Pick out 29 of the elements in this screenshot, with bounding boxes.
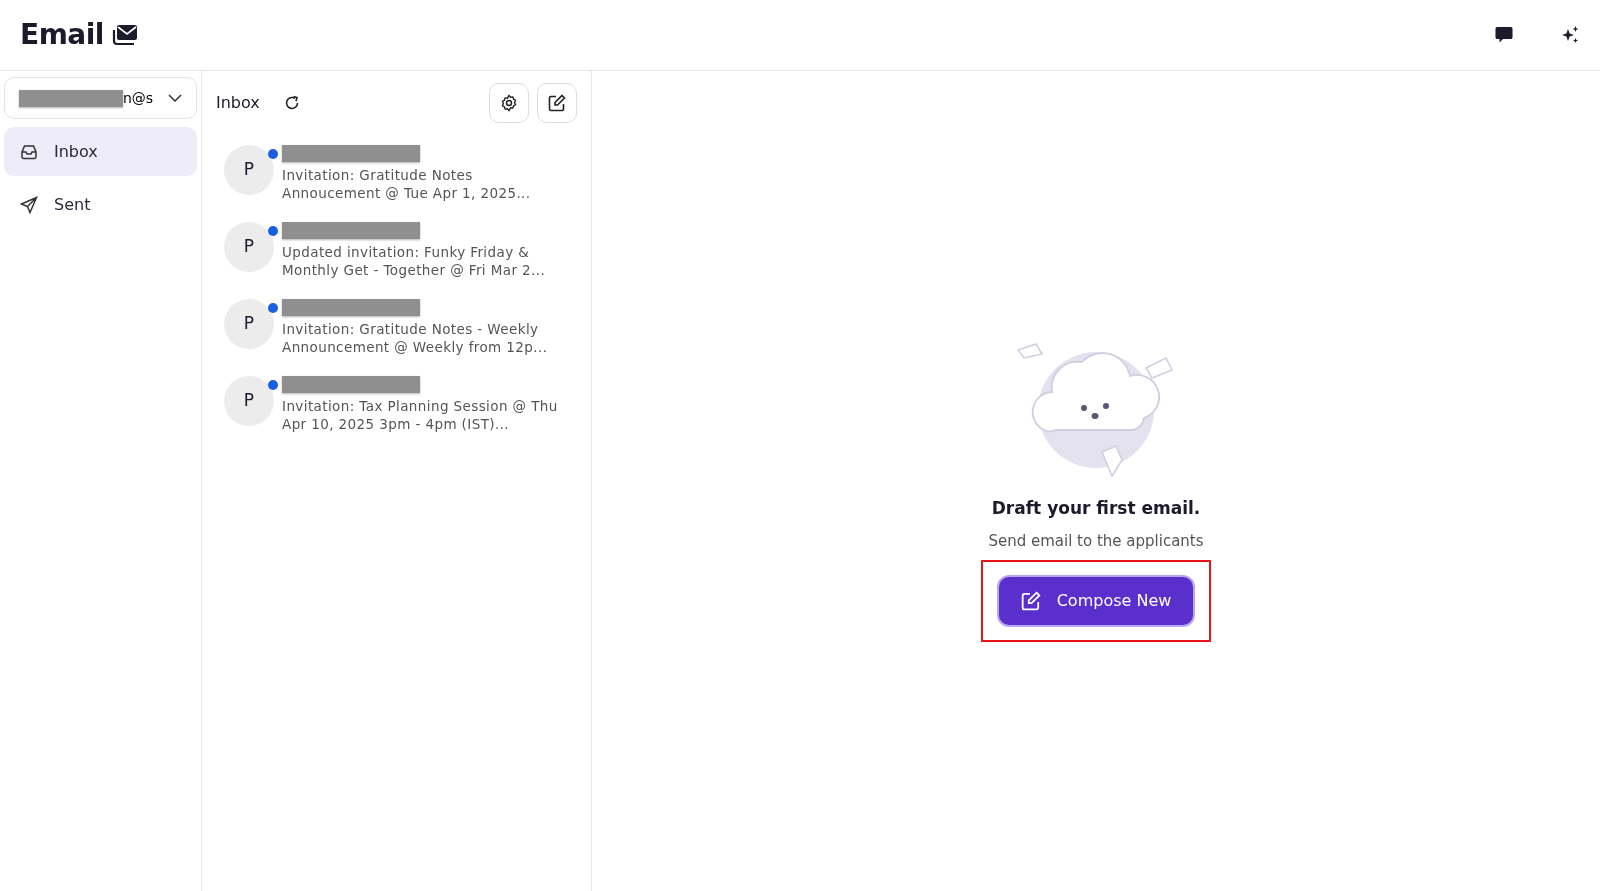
message-subject[interactable]: Updated invitation: Funky Friday & Monthly Get - Together @ Fri Mar 2... [282, 243, 569, 279]
paper-plane-icon [20, 195, 38, 214]
message-subject[interactable]: Invitation: Gratitude Notes - Weekly Announcement @ Weekly from 12p... [282, 320, 569, 356]
app-title: Email [20, 17, 104, 53]
message-subject[interactable]: Invitation: Tax Planning Session @ Thu Apr 10, 2025 3pm - 4pm (IST)... [282, 397, 569, 433]
compose-new-button[interactable]: Compose New [996, 575, 1196, 627]
empty-state-subtitle: Send email to the applicants [988, 530, 1204, 552]
inbox-tray-icon [20, 142, 38, 161]
avatar-initial: P [243, 158, 255, 182]
account-email: n@s [123, 88, 154, 108]
envelope-icon [111, 24, 138, 46]
message-subject[interactable]: Invitation: Gratitude Notes Annoucement @ Tue Apr 1, 2025... [282, 166, 569, 202]
empty-state-title: Draft your first email. [991, 497, 1201, 520]
sidebar-item[interactable]: Inbox [4, 127, 197, 176]
chevron-down-icon [168, 94, 182, 102]
edit-icon [1020, 591, 1041, 611]
compose-button[interactable] [537, 83, 577, 123]
avatar-initial: P [243, 389, 255, 413]
edit-icon [548, 94, 566, 112]
avatar-initial: P [243, 235, 255, 259]
refresh-icon[interactable] [283, 95, 300, 111]
account-dropdown[interactable]: n@s [4, 77, 197, 119]
settings-button[interactable] [489, 83, 529, 123]
settings-icon [500, 94, 518, 112]
avatar-initial: P [243, 312, 255, 336]
sparkle-icon[interactable] [1561, 25, 1580, 45]
sidebar-item[interactable]: Sent [4, 180, 197, 229]
inbox-heading: Inbox [216, 92, 260, 114]
chat-icon[interactable] [1495, 26, 1513, 44]
